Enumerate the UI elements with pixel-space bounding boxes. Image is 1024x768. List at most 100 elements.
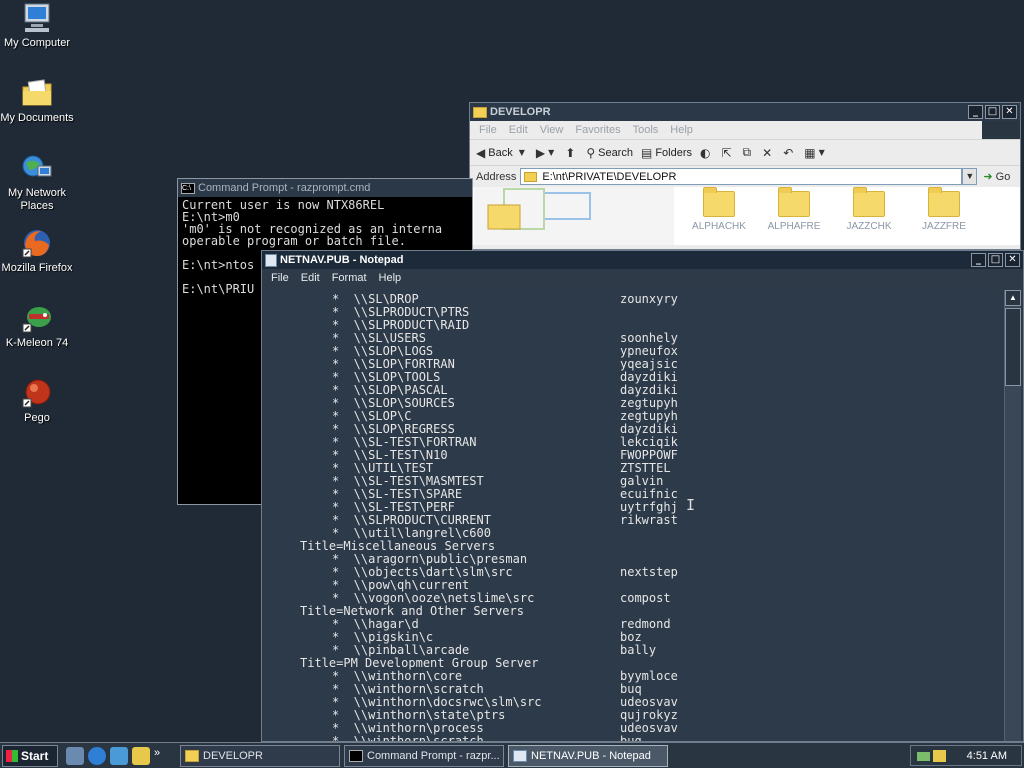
folders-button[interactable]: ▤ Folders: [641, 146, 692, 160]
move-to-button[interactable]: ⇱: [721, 146, 734, 160]
folder-item[interactable]: JAZZFRE: [912, 187, 976, 232]
notepad-text-area[interactable]: * \\SL\DROP zounxyry * \\SLPRODUCT\PTRS * \…: [264, 290, 1006, 741]
tray-icons[interactable]: [917, 749, 947, 763]
explorer-quick-icon[interactable]: [132, 746, 150, 765]
desktop-icon-k-meleon[interactable]: K-Meleon 74: [0, 302, 74, 350]
undo-button[interactable]: ↶: [783, 146, 796, 160]
forward-arrow-icon: ▶: [535, 145, 546, 160]
outlook-express-icon[interactable]: [110, 746, 128, 765]
menu-edit[interactable]: Edit: [503, 124, 534, 136]
share-path: * \\winthorn\process: [332, 722, 484, 735]
delete-button[interactable]: ✕: [762, 146, 775, 160]
window-title: NETNAV.PUB - Notepad: [280, 254, 404, 266]
notepad-title-bar[interactable]: NETNAV.PUB - Notepad _ □ ✕: [262, 251, 1023, 269]
folder-icon: [524, 171, 538, 182]
views-button[interactable]: ▦ ▼: [804, 146, 828, 160]
share-path: Title=Network and Other Servers: [300, 605, 524, 618]
menu-view[interactable]: View: [534, 124, 570, 136]
cmd-icon: C:\: [181, 182, 195, 194]
go-arrow-icon: ➜: [983, 171, 993, 183]
start-button[interactable]: Start: [2, 744, 58, 767]
explorer-title-bar[interactable]: DEVELOPR _ □ ✕: [470, 103, 1020, 121]
address-dropdown-button[interactable]: ▼: [962, 168, 978, 185]
desktop-icon-label: My Network Places: [7, 187, 67, 212]
maximize-button[interactable]: □: [988, 253, 1003, 267]
up-button[interactable]: ⬆: [565, 146, 578, 160]
folder-item[interactable]: JAZZCHK: [837, 187, 901, 232]
notepad-menu-bar: File Edit Format Help: [262, 269, 1023, 287]
desktop-icon-my-computer[interactable]: My Computer: [0, 2, 74, 50]
show-desktop-icon[interactable]: [66, 746, 84, 765]
cmd-line: operable program or batch file.: [182, 234, 406, 248]
folder-item[interactable]: ALPHACHK: [687, 187, 751, 232]
internet-explorer-icon[interactable]: [88, 746, 106, 765]
chevron-down-icon: ▼: [518, 148, 525, 157]
folder-up-icon: ⬆: [565, 145, 576, 160]
close-button[interactable]: ✕: [1005, 253, 1020, 267]
share-path: * \\SLPRODUCT\RAID: [332, 319, 470, 332]
explorer-window[interactable]: DEVELOPR _ □ ✕ File Edit View Favorites …: [469, 102, 1021, 250]
task-button-developr[interactable]: DEVELOPR: [180, 744, 340, 767]
chevron-down-icon: ▼: [818, 148, 825, 157]
share-path: * \\SLOP\C: [332, 410, 412, 423]
desktop-icon-pego[interactable]: Pego: [0, 377, 74, 425]
close-button[interactable]: ✕: [1002, 105, 1017, 119]
desktop-icon-label: My Computer: [3, 37, 71, 49]
window-title: Command Prompt - razprompt.cmd: [198, 182, 371, 194]
task-button-notepad[interactable]: NETNAV.PUB - Notepad: [508, 744, 668, 767]
share-path: * \\SLOP\FORTRAN: [332, 358, 455, 371]
scroll-up-arrow-icon[interactable]: ▲: [1005, 290, 1021, 306]
menu-help[interactable]: Help: [373, 272, 408, 284]
maximize-button[interactable]: □: [985, 105, 1000, 119]
menu-file[interactable]: File: [473, 124, 503, 136]
vertical-scrollbar[interactable]: ▲: [1004, 290, 1021, 741]
share-path: * \\winthorn\scratch: [332, 683, 484, 696]
copy-to-button[interactable]: ⧉: [743, 145, 755, 160]
menu-help[interactable]: Help: [664, 124, 699, 136]
menu-file[interactable]: File: [265, 272, 295, 284]
text-line: * \\SLPRODUCT\PTRS: [264, 306, 1006, 319]
search-button[interactable]: ⚲ Search: [586, 146, 633, 160]
scrollbar-thumb[interactable]: [1005, 308, 1021, 386]
desktop-icon-my-documents[interactable]: My Documents: [0, 77, 74, 125]
move-to-icon: ⇱: [721, 145, 732, 160]
menu-format[interactable]: Format: [326, 272, 373, 284]
share-password: compost: [620, 591, 671, 605]
k-meleon-icon: [21, 302, 53, 334]
back-arrow-icon: ◀: [476, 145, 486, 160]
history-button[interactable]: ◐: [700, 146, 713, 160]
share-path: * \\winthorn\core: [332, 670, 463, 683]
taskbar: Start » DEVELOPR Command Prompt - razpr.…: [0, 742, 1024, 768]
undo-icon: ↶: [783, 145, 794, 160]
chevron-more-icon[interactable]: »: [154, 747, 172, 765]
share-password: zounxyry: [620, 292, 678, 306]
quick-launch: »: [66, 746, 176, 765]
menu-tools[interactable]: Tools: [627, 124, 665, 136]
text-line: * \\vogon\ooze\netslime\src compost: [264, 592, 1006, 605]
text-cursor-icon: I: [686, 496, 696, 514]
menu-edit[interactable]: Edit: [295, 272, 326, 284]
go-button[interactable]: ➜ Go: [983, 170, 1010, 183]
text-line: * \\winthorn\scratchbug: [264, 735, 1006, 742]
window-title: DEVELOPR: [490, 106, 551, 118]
address-input[interactable]: E:\nt\PRIVATE\DEVELOPR: [520, 168, 963, 185]
share-path: * \\SL-TEST\FORTRAN: [332, 436, 477, 449]
share-path: * \\SLPRODUCT\CURRENT: [332, 514, 491, 527]
share-path: * \\pinball\arcade: [332, 644, 470, 657]
back-button[interactable]: ◀ Back ▼: [476, 146, 528, 160]
notepad-window[interactable]: NETNAV.PUB - Notepad _ □ ✕ File Edit For…: [261, 250, 1024, 742]
desktop-icon-firefox[interactable]: Mozilla Firefox: [0, 227, 74, 275]
folder-icon: [928, 187, 960, 217]
cmd-title-bar[interactable]: C:\ Command Prompt - razprompt.cmd: [178, 179, 472, 197]
menu-favorites[interactable]: Favorites: [569, 124, 626, 136]
notepad-icon: [513, 749, 527, 762]
windows-logo-icon: [982, 121, 1020, 139]
folder-item[interactable]: ALPHAFRE: [762, 187, 826, 232]
desktop-icon-my-network-places[interactable]: My Network Places: [0, 152, 74, 213]
search-icon: ⚲: [586, 145, 596, 160]
forward-button[interactable]: ▶ ▼: [536, 146, 557, 160]
clock[interactable]: 4:51 AM: [967, 750, 1007, 762]
minimize-button[interactable]: _: [968, 105, 983, 119]
minimize-button[interactable]: _: [971, 253, 986, 267]
task-button-command-prompt[interactable]: Command Prompt - razpr...: [344, 744, 504, 767]
